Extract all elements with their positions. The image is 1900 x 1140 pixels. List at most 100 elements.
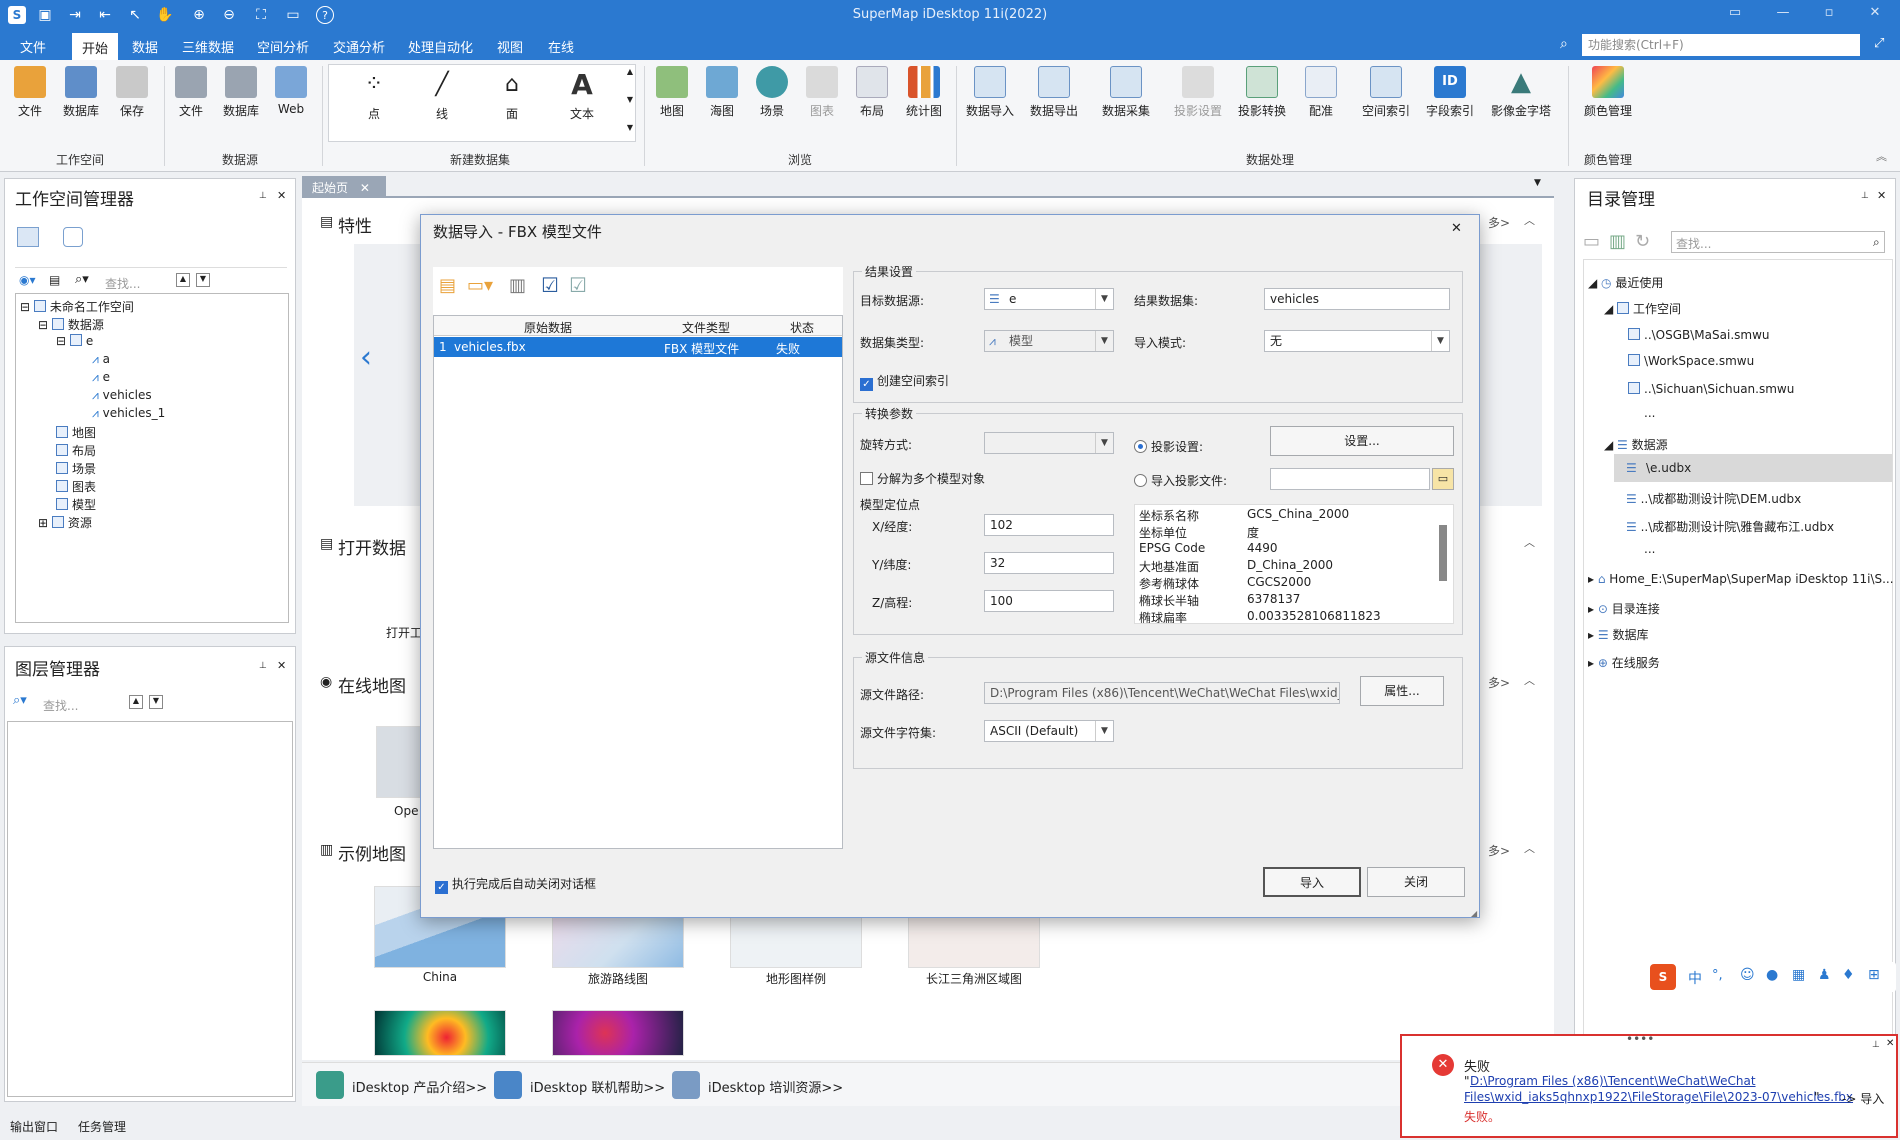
tree-workspace[interactable]: ⊟ 未命名工作空间 — [20, 298, 134, 315]
catalog-ds-more[interactable]: ... — [1644, 542, 1655, 556]
microphone-icon[interactable]: ● — [1766, 967, 1778, 983]
resize-grip-icon[interactable]: ◢ — [1471, 909, 1477, 918]
catalog-ws-masai[interactable]: ..\OSGB\MaSai.smwu — [1628, 328, 1770, 342]
refresh-icon[interactable]: ↻ — [1635, 231, 1650, 252]
workspace-tab-icon[interactable] — [17, 227, 39, 247]
function-search-input[interactable]: 功能搜索(Ctrl+F) — [1582, 34, 1860, 56]
scroll-up-icon[interactable]: ▲ — [627, 67, 633, 76]
ime-language[interactable]: 中 — [1688, 968, 1702, 988]
delete-file-icon[interactable]: ▥ — [509, 275, 526, 296]
sample-more-link[interactable]: 多> — [1488, 842, 1510, 859]
browse-chart-button[interactable]: 海图 — [697, 66, 747, 119]
sample-yangtze-label[interactable]: 长江三角洲区域图 — [894, 970, 1054, 987]
pin-icon[interactable]: ⊥ — [1872, 1040, 1880, 1050]
charset-select[interactable]: ASCII (Default) ▼ — [984, 720, 1114, 742]
close-panel-icon[interactable]: ✕ — [277, 659, 286, 672]
collapse-icon[interactable]: ︿ — [1524, 840, 1535, 856]
tree-dataset-vehicles-1[interactable]: ⩘ vehicles_1 — [92, 406, 165, 421]
projection-setting-button[interactable]: 设置... — [1270, 426, 1454, 456]
carousel-prev-icon[interactable]: ‹ — [360, 340, 372, 375]
search-icon[interactable]: ⌕ — [1873, 235, 1880, 250]
collapse-icon[interactable]: ︿ — [1524, 534, 1535, 550]
catalog-online-service[interactable]: ▸ ⊕ 在线服务 — [1588, 654, 1660, 671]
properties-button[interactable]: 属性... — [1360, 676, 1444, 706]
ribbon-workspace-db-button[interactable]: 数据库 — [56, 66, 106, 119]
pin-icon[interactable]: ⊥ — [1861, 191, 1869, 201]
keyboard-icon[interactable]: ▦ — [1792, 967, 1805, 983]
menu-spatial-analysis[interactable]: 空间分析 — [257, 37, 309, 56]
tree-dataset-vehicles[interactable]: ⩘ vehicles — [92, 388, 152, 403]
col-status[interactable]: 状态 — [790, 319, 814, 336]
ribbon-ds-db-button[interactable]: 数据库 — [216, 66, 266, 119]
skin-icon[interactable]: ♦ — [1842, 967, 1855, 983]
maximize-button[interactable]: ▫ — [1814, 5, 1844, 25]
features-more-link[interactable]: 多> — [1488, 214, 1510, 231]
tree-resources[interactable]: ⊞ 资源 — [38, 514, 92, 531]
tree-dataset-e[interactable]: ⩘ e — [92, 370, 110, 385]
catalog-ws-workspace[interactable]: \WorkSpace.smwu — [1628, 354, 1754, 368]
sogou-icon[interactable]: S — [1650, 964, 1676, 990]
table-row[interactable]: 1 vehicles.fbx FBX 模型文件 失败 — [434, 337, 842, 357]
view-options-icon[interactable]: ◉▾ — [19, 273, 36, 287]
close-window-button[interactable]: ✕ — [1860, 5, 1890, 25]
z-input[interactable]: 100 — [984, 590, 1114, 612]
error-path-link-line1[interactable]: D:\Program Files (x86)\Tencent\WeChat\We… — [1470, 1074, 1756, 1088]
add-folder-icon[interactable]: ▭▾ — [467, 275, 493, 296]
projection-convert-button[interactable]: 投影转换 — [1234, 66, 1290, 119]
tree-layouts[interactable]: 布局 — [56, 442, 96, 459]
auto-close-checkbox[interactable]: ✓ 执行完成后自动关闭对话框 — [435, 875, 596, 894]
online-map-thumbnail[interactable] — [376, 726, 426, 798]
spatial-index-checkbox[interactable]: ✓ 创建空间索引 — [860, 372, 949, 391]
close-notification-icon[interactable]: ✕ — [1886, 1038, 1894, 1049]
catalog-ds-e-selected[interactable]: ☰ \e.udbx — [1614, 454, 1892, 482]
menu-file[interactable]: 文件 — [20, 37, 46, 56]
catalog-database[interactable]: ▸ ☰ 数据库 — [1588, 626, 1648, 643]
rotation-select[interactable]: ▼ — [984, 432, 1114, 454]
target-ds-select[interactable]: ☰ e ▼ — [984, 288, 1114, 310]
browse-folder-icon[interactable]: ▭ — [1432, 468, 1454, 490]
toolbox-icon[interactable]: ⊞ — [1868, 967, 1880, 983]
tab-list-icon[interactable]: ▼ — [1534, 178, 1541, 188]
next-icon[interactable]: ▼ — [149, 695, 163, 709]
sample-china-label[interactable]: China — [360, 970, 520, 984]
close-button[interactable]: 关闭 — [1367, 867, 1465, 897]
scene-tab-icon[interactable] — [63, 227, 83, 247]
pin-icon[interactable]: ⊥ — [259, 661, 267, 671]
catalog-recent[interactable]: ◢ ◷ 最近使用 — [1588, 274, 1663, 291]
next-icon[interactable]: ▼ — [196, 273, 210, 287]
error-path-link-line2[interactable]: Files\wxid_iaks5qhnxp1922\FileStorage\Fi… — [1464, 1090, 1853, 1104]
close-tab-icon[interactable]: ✕ — [360, 181, 370, 195]
projection-file-input[interactable] — [1270, 468, 1430, 490]
tree-maps[interactable]: 地图 — [56, 424, 96, 441]
data-import-button[interactable]: 数据导入 — [962, 66, 1018, 119]
layer-search-input[interactable]: 查找... — [43, 697, 78, 714]
new-region-button[interactable]: ⌂ 面 — [487, 69, 537, 122]
add-file-icon[interactable]: ▤ — [439, 275, 456, 296]
sample-terrain-label[interactable]: 地形图样例 — [716, 970, 876, 987]
ribbon-toggle-icon[interactable]: ▭ — [1720, 5, 1750, 25]
training-link[interactable]: iDesktop 培训资源>> — [708, 1077, 843, 1096]
catalog-ds-yarlung[interactable]: ☰ ..\成都勘测设计院\雅鲁藏布江.udbx — [1626, 518, 1834, 535]
ribbon-workspace-file-button[interactable]: 文件 — [5, 66, 55, 119]
drag-handle-icon[interactable]: •••• — [1626, 1032, 1654, 1046]
document-icon[interactable]: ▤ — [49, 273, 60, 287]
pin-icon[interactable]: ⊥ — [259, 191, 267, 201]
new-folder-icon[interactable]: ▭ — [1583, 231, 1600, 252]
close-panel-icon[interactable]: ✕ — [1877, 189, 1886, 202]
search-icon[interactable]: ⌕▾ — [75, 272, 89, 287]
new-line-button[interactable]: ╱ 线 — [417, 69, 467, 122]
tree-datasources[interactable]: ⊟ 数据源 — [38, 316, 104, 333]
expand-icon[interactable]: ⤢ — [1874, 36, 1884, 51]
output-window-tab[interactable]: 输出窗口 — [10, 1118, 58, 1135]
ime-punctuation[interactable]: °, — [1712, 968, 1723, 983]
tab-start-page[interactable]: 起始页 ✕ — [302, 176, 386, 198]
expand-gallery-icon[interactable]: ▼ — [627, 123, 633, 132]
collapse-ribbon-icon[interactable]: ︽ — [1876, 148, 1887, 164]
ribbon-save-button[interactable]: 保存 — [107, 66, 157, 119]
collapse-icon[interactable]: ︿ — [1524, 212, 1535, 228]
online-more-link[interactable]: 多> — [1488, 674, 1510, 691]
col-type[interactable]: 文件类型 — [682, 319, 730, 336]
task-manager-tab[interactable]: 任务管理 — [78, 1118, 126, 1135]
emoji-icon[interactable]: ☺ — [1740, 967, 1755, 983]
tree-datasource-e[interactable]: ⊟ e — [56, 334, 93, 348]
